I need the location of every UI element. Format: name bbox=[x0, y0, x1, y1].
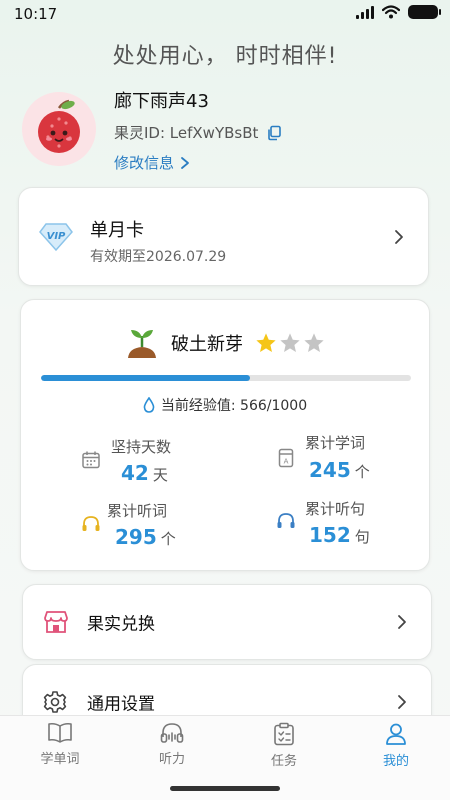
wifi-icon bbox=[382, 5, 400, 19]
edit-profile-label: 修改信息 bbox=[114, 154, 175, 172]
stat-days-label: 坚持天数 bbox=[111, 438, 172, 456]
nav-tab-listening[interactable]: 听力 bbox=[116, 722, 228, 767]
uid-row: 果灵ID: LefXwYBsBt bbox=[114, 122, 282, 143]
nickname: 廊下雨声43 bbox=[114, 91, 209, 112]
stat-words-listened-label: 累计听词 bbox=[107, 502, 168, 520]
status-time: 10:17 bbox=[14, 5, 58, 23]
level-header: 破土新芽 bbox=[21, 326, 429, 360]
nav-tab-tasks[interactable]: 任务 bbox=[228, 722, 340, 769]
svg-text:A: A bbox=[284, 458, 289, 466]
slogan: 处处用心， 时时相伴! bbox=[112, 44, 338, 69]
stat-words-listened-unit: 个 bbox=[160, 530, 176, 548]
copy-icon[interactable] bbox=[266, 125, 282, 141]
avatar[interactable] bbox=[22, 92, 96, 166]
nav-tab-learn-words[interactable]: 学单词 bbox=[4, 722, 116, 767]
level-stars bbox=[255, 332, 325, 354]
book-icon bbox=[48, 722, 72, 743]
nav-label-tasks: 任务 bbox=[270, 754, 297, 769]
star-filled-icon bbox=[256, 333, 276, 352]
star-empty-icon bbox=[304, 333, 324, 352]
word-card-icon: A bbox=[278, 448, 294, 468]
stat-words-listened-value-row: 295 个 bbox=[115, 525, 176, 549]
shop-icon bbox=[44, 611, 68, 633]
chevron-right-icon bbox=[181, 156, 189, 169]
person-icon bbox=[386, 723, 406, 745]
chevron-right-icon bbox=[398, 615, 406, 629]
calendar-icon bbox=[82, 451, 100, 469]
exp-progress-fill bbox=[41, 375, 251, 381]
stat-sentences-listened-unit: 句 bbox=[354, 528, 370, 546]
nav-label-listening: 听力 bbox=[158, 752, 185, 767]
star-empty-icon bbox=[280, 333, 300, 352]
headphones-icon bbox=[160, 723, 184, 743]
vip-card[interactable]: VIP 单月卡 有效期至2026.07.29 bbox=[18, 187, 429, 286]
sprout-icon bbox=[128, 330, 156, 358]
vip-diamond-icon: VIP bbox=[39, 223, 73, 252]
home-indicator bbox=[170, 786, 280, 791]
menu-general-settings-label: 通用设置 bbox=[87, 694, 155, 715]
exp-text: 当前经验值: 566/1000 bbox=[160, 398, 308, 414]
stat-sentences-listened-label: 累计听句 bbox=[305, 500, 366, 518]
battery-icon bbox=[408, 5, 441, 19]
stat-words-learned-value-row: 245 个 bbox=[309, 458, 370, 482]
water-drop-icon bbox=[143, 397, 155, 413]
vip-expiry: 有效期至2026.07.29 bbox=[90, 249, 227, 265]
nav-label-learn-words: 学单词 bbox=[40, 752, 80, 767]
edit-profile-link[interactable]: 修改信息 bbox=[114, 152, 190, 173]
lychee-avatar-icon bbox=[22, 92, 96, 166]
stat-words-learned-label: 累计学词 bbox=[305, 434, 366, 452]
chevron-right-icon bbox=[398, 695, 406, 709]
stat-sentences-listened-value-row: 152 句 bbox=[309, 523, 370, 547]
chevron-right-icon bbox=[395, 229, 403, 244]
clipboard-icon bbox=[274, 722, 294, 746]
exp-row: 当前经验值: 566/1000 bbox=[21, 395, 429, 415]
menu-fruit-exchange-label: 果实兑换 bbox=[87, 614, 155, 635]
nav-label-mine: 我的 bbox=[382, 754, 409, 769]
headphones-icon bbox=[82, 516, 100, 531]
gear-icon bbox=[43, 691, 67, 713]
stat-words-learned-value: 245 bbox=[309, 458, 351, 482]
stat-words-listened-value: 295 bbox=[115, 525, 157, 549]
status-icons bbox=[356, 5, 441, 19]
stat-words-learned-unit: 个 bbox=[354, 463, 370, 481]
menu-fruit-exchange[interactable]: 果实兑换 bbox=[22, 584, 432, 660]
level-card: 破土新芽 当前经验值: 566/1000 坚持天数 42 天 A 累计学词 245… bbox=[20, 299, 430, 571]
status-bar: 10:17 bbox=[0, 0, 450, 28]
uid-text: 果灵ID: LefXwYBsBt bbox=[114, 124, 259, 142]
stat-days-unit: 天 bbox=[152, 466, 168, 484]
exp-progress-bar bbox=[41, 375, 411, 381]
signal-icon bbox=[356, 5, 374, 19]
vip-badge-text: VIP bbox=[47, 231, 66, 242]
headphones-icon bbox=[277, 513, 295, 528]
stat-days-value: 42 bbox=[121, 461, 149, 485]
level-name: 破土新芽 bbox=[171, 334, 243, 355]
stat-days-value-row: 42 天 bbox=[121, 461, 168, 485]
stat-sentences-listened-value: 152 bbox=[309, 523, 351, 547]
nav-tab-mine[interactable]: 我的 bbox=[340, 722, 450, 769]
vip-title: 单月卡 bbox=[90, 220, 144, 241]
